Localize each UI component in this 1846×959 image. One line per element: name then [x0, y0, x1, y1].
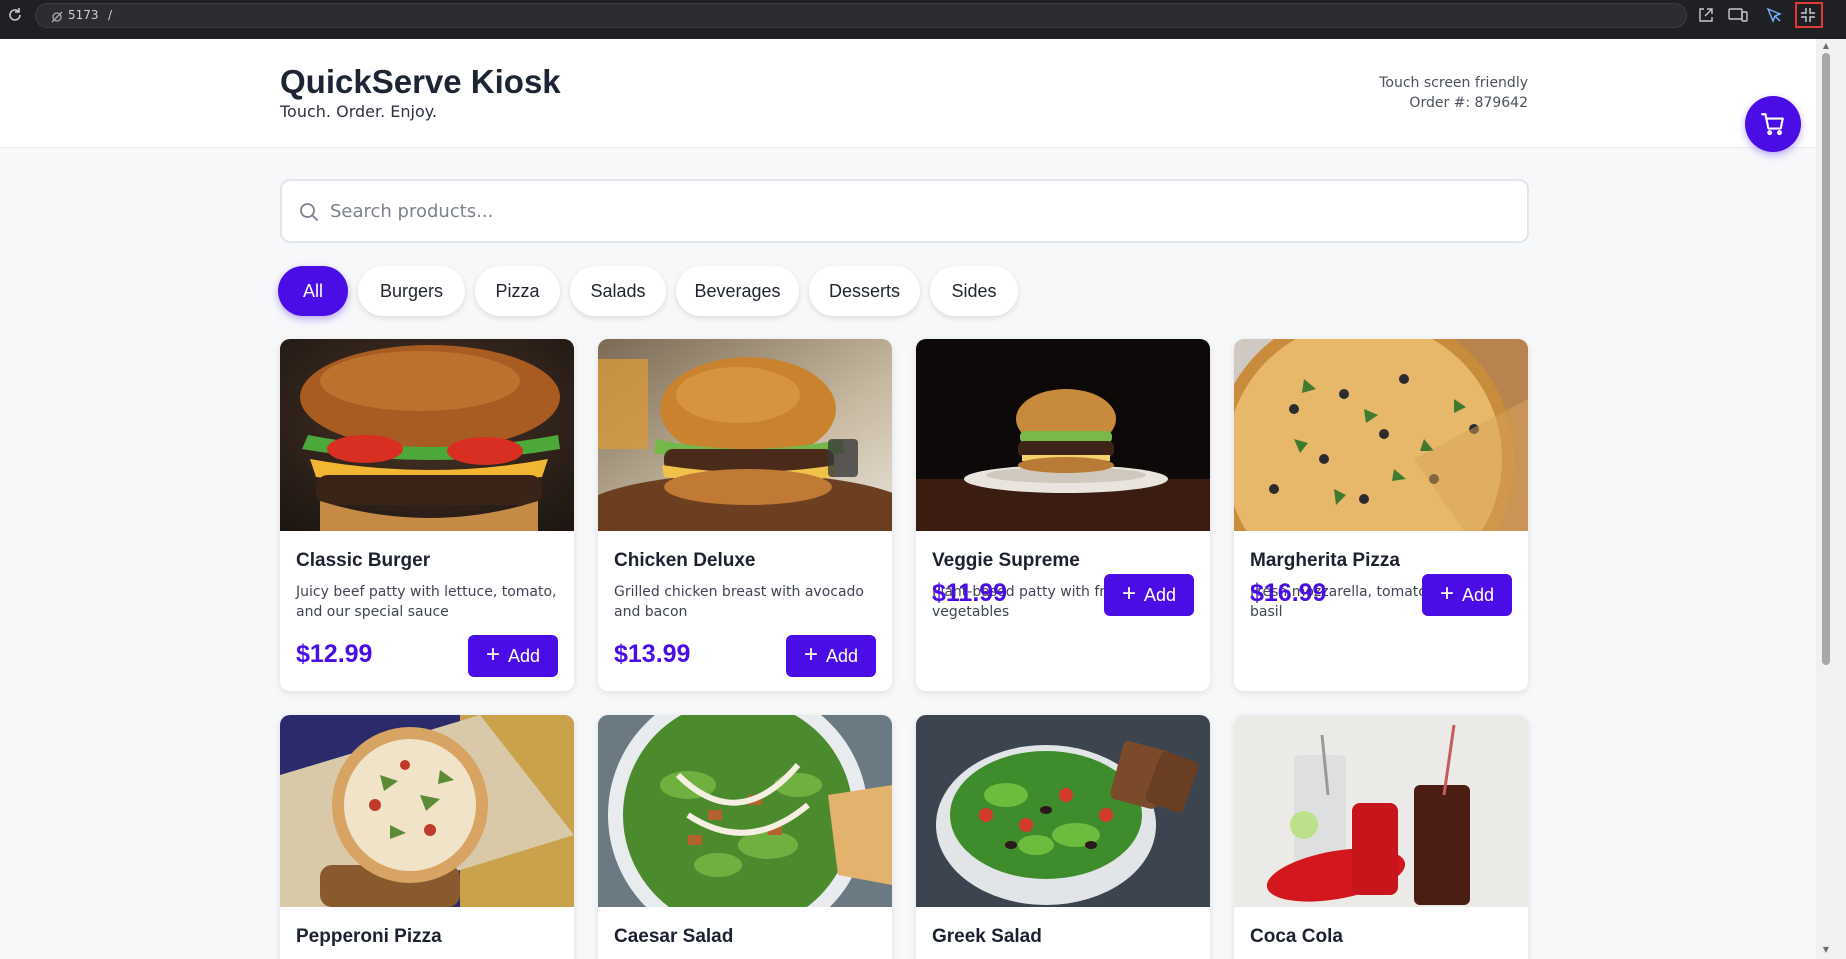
product-price: $12.99: [296, 640, 373, 668]
cart-button[interactable]: [1745, 96, 1801, 152]
product-card[interactable]: Caesar Salad: [598, 715, 892, 959]
category-all[interactable]: All: [278, 266, 348, 316]
add-to-cart-button[interactable]: + Add: [786, 635, 876, 677]
order-number: Order #: 879642: [1409, 95, 1528, 111]
category-tabs: All Burgers Pizza Salads Beverages Desse…: [278, 266, 1018, 316]
product-card[interactable]: Classic Burger Juicy beef patty with let…: [280, 339, 574, 691]
product-card[interactable]: Coca Cola: [1234, 715, 1528, 959]
category-salads[interactable]: Salads: [570, 266, 666, 316]
product-name: Caesar Salad: [614, 926, 734, 947]
product-card[interactable]: Veggie Supreme Plant-based patty with fr…: [916, 339, 1210, 691]
product-image: [598, 339, 892, 531]
product-image: [1234, 715, 1528, 907]
product-image: [280, 339, 574, 531]
product-name: Chicken Deluxe: [614, 550, 756, 571]
product-price: $16.99: [1250, 579, 1327, 607]
page-scrollbar[interactable]: ▲ ▼: [1816, 39, 1846, 959]
product-card[interactable]: Chicken Deluxe Grilled chicken breast wi…: [598, 339, 892, 691]
product-card[interactable]: Greek Salad: [916, 715, 1210, 959]
add-to-cart-button[interactable]: + Add: [1104, 574, 1194, 616]
app-title: QuickServe Kiosk: [280, 63, 561, 100]
category-sides[interactable]: Sides: [930, 266, 1018, 316]
product-price: $13.99: [614, 640, 691, 668]
category-beverages[interactable]: Beverages: [676, 266, 799, 316]
product-card[interactable]: Pepperoni Pizza: [280, 715, 574, 959]
product-name: Classic Burger: [296, 550, 431, 571]
scroll-down-arrow[interactable]: ▼: [1821, 945, 1831, 955]
scrollbar-thumb[interactable]: [1822, 53, 1830, 665]
category-pizza[interactable]: Pizza: [475, 266, 560, 316]
not-secure-icon: [50, 9, 64, 23]
plus-icon: +: [803, 641, 818, 668]
open-external-icon[interactable]: [1697, 6, 1717, 24]
product-name: Pepperoni Pizza: [296, 926, 442, 947]
url-path: /: [108, 8, 113, 22]
add-to-cart-button[interactable]: + Add: [468, 635, 558, 677]
url-port: 5173: [68, 8, 99, 22]
product-image: [280, 715, 574, 907]
header-info: Touch screen friendly Order #: 879642: [1379, 73, 1528, 113]
plus-icon: +: [1439, 580, 1454, 607]
app-subtitle: Touch. Order. Enjoy.: [280, 102, 438, 121]
product-name: Greek Salad: [932, 926, 1042, 947]
product-name: Veggie Supreme: [932, 550, 1080, 571]
category-desserts[interactable]: Desserts: [809, 266, 920, 316]
product-price: $11.99: [932, 579, 1008, 607]
reload-icon[interactable]: [6, 6, 24, 24]
product-image: [916, 339, 1210, 531]
plus-icon: +: [485, 641, 500, 668]
add-to-cart-button[interactable]: + Add: [1422, 574, 1512, 616]
product-name: Margherita Pizza: [1250, 550, 1400, 571]
touch-note: Touch screen friendly: [1379, 75, 1528, 91]
search-box[interactable]: [280, 179, 1529, 243]
scroll-up-arrow[interactable]: ▲: [1821, 41, 1831, 51]
address-bar[interactable]: 5173 /: [35, 3, 1687, 28]
product-image: [1234, 339, 1528, 531]
browser-toolbar: 5173 /: [0, 0, 1846, 39]
device-toolbar-icon[interactable]: [1728, 6, 1748, 24]
plus-icon: +: [1121, 580, 1136, 607]
category-burgers[interactable]: Burgers: [358, 266, 465, 316]
product-description: Juicy beef patty with lettuce, tomato, a…: [296, 584, 557, 620]
product-card[interactable]: Margherita Pizza Fresh mozzarella, tomat…: [1234, 339, 1528, 691]
product-name: Coca Cola: [1250, 926, 1343, 947]
inspect-cursor-icon[interactable]: [1765, 6, 1785, 24]
product-image: [916, 715, 1210, 907]
product-image: [598, 715, 892, 907]
product-description: Grilled chicken breast with avocado and …: [614, 584, 864, 620]
app-header: QuickServe Kiosk Touch. Order. Enjoy. To…: [0, 39, 1816, 152]
search-icon: [298, 201, 320, 223]
shopping-cart-icon: [1761, 113, 1784, 136]
search-input[interactable]: [330, 193, 1510, 229]
exit-fullscreen-icon[interactable]: [1795, 2, 1823, 28]
